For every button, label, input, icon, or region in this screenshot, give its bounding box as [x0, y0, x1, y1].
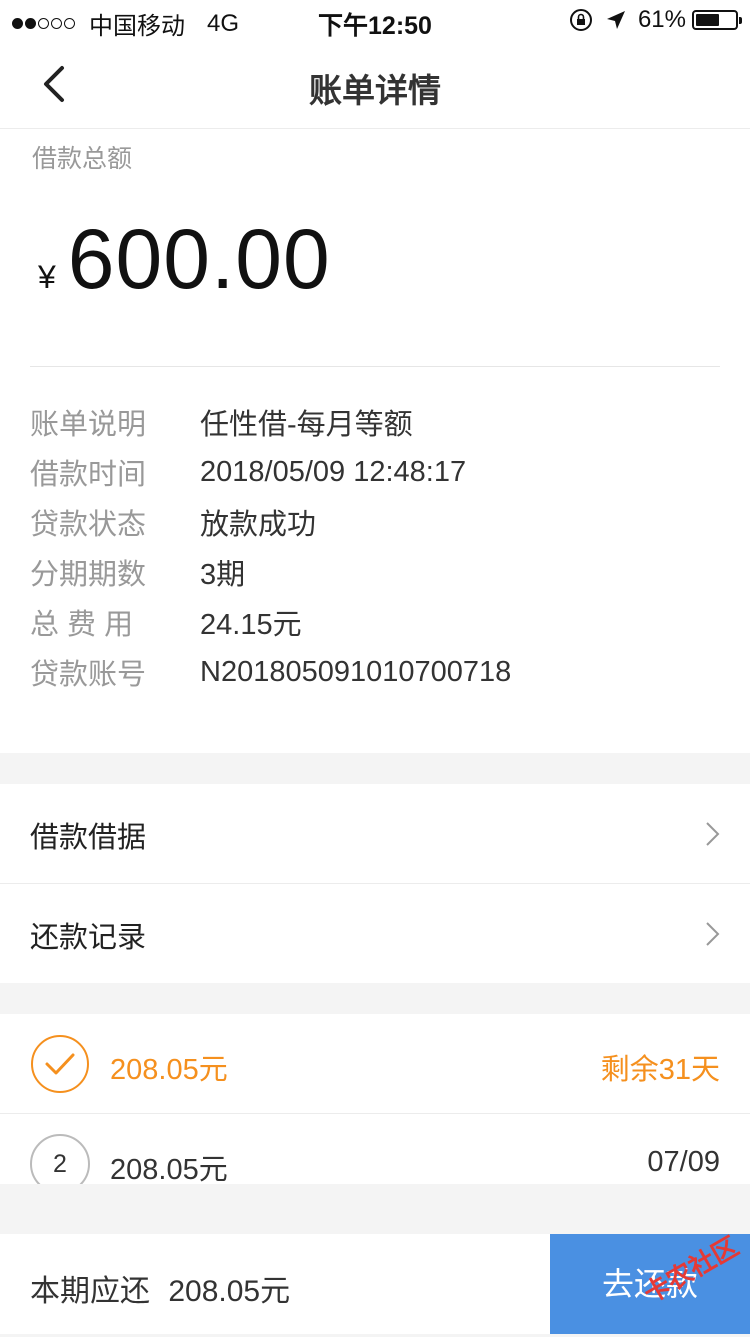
- menu-group: 借款借据 还款记录: [0, 784, 750, 983]
- detail-label: 分期期数: [30, 559, 147, 591]
- detail-value: 放款成功: [200, 509, 317, 541]
- chevron-right-icon: [706, 922, 720, 946]
- total-amount-label: 借款总额: [32, 145, 133, 173]
- detail-row-fees: 总 费 用 24.15元: [30, 597, 511, 647]
- detail-row-time: 借款时间 2018/05/09 12:48:17: [30, 447, 511, 497]
- total-amount: ¥ 600.00: [38, 211, 331, 308]
- installment-amount: 208.05元: [110, 1054, 228, 1086]
- detail-row-account: 贷款账号 N201805091010700718: [30, 647, 511, 697]
- installment-amount: 208.05元: [110, 1154, 228, 1184]
- battery-icon: [692, 10, 742, 30]
- loan-details: 账单说明 任性借-每月等额 借款时间 2018/05/09 12:48:17 贷…: [30, 397, 511, 697]
- divider: [30, 366, 720, 367]
- menu-item-loan-receipt[interactable]: 借款借据: [0, 784, 750, 884]
- installment-list: 208.05元 剩余31天 2 208.05元 07/09: [0, 1014, 750, 1184]
- detail-row-description: 账单说明 任性借-每月等额: [30, 397, 511, 447]
- detail-value: 任性借-每月等额: [200, 409, 413, 441]
- detail-row-installments: 分期期数 3期: [30, 547, 511, 597]
- detail-label: 借款时间: [30, 459, 147, 491]
- status-bar: 中国移动 4G 下午12:50 61%: [0, 0, 750, 40]
- amount-due-label: 本期应还: [30, 1275, 150, 1308]
- bottom-bar: 本期应还 208.05元 去还款: [0, 1234, 750, 1334]
- nav-bar: 账单详情: [0, 40, 750, 129]
- detail-value: 2018/05/09 12:48:17: [200, 455, 467, 488]
- repay-button[interactable]: 去还款: [550, 1234, 750, 1334]
- page-title: 账单详情: [309, 72, 441, 109]
- menu-item-label: 借款借据: [30, 822, 147, 854]
- checkmark-circle-icon: [31, 1035, 89, 1093]
- detail-value: 3期: [200, 559, 246, 591]
- installment-row-current[interactable]: 208.05元 剩余31天: [0, 1014, 750, 1114]
- detail-label: 贷款状态: [30, 509, 147, 541]
- detail-value: N201805091010700718: [200, 655, 512, 688]
- installment-days-left: 剩余31天: [600, 1054, 720, 1086]
- detail-row-status: 贷款状态 放款成功: [30, 497, 511, 547]
- detail-label: 总 费 用: [30, 609, 134, 641]
- location-arrow-icon: [606, 11, 625, 29]
- battery-percent: 61%: [637, 6, 686, 33]
- loan-summary-card: 借款总额 ¥ 600.00 账单说明 任性借-每月等额 借款时间 2018/05…: [0, 129, 750, 753]
- total-amount-value: 600.00: [67, 212, 331, 306]
- menu-item-label: 还款记录: [30, 922, 147, 954]
- amount-due-value: 208.05元: [168, 1275, 291, 1308]
- detail-label: 账单说明: [30, 409, 147, 441]
- rotation-lock-icon: [569, 9, 592, 31]
- menu-item-repayment-record[interactable]: 还款记录: [0, 884, 750, 983]
- detail-label: 贷款账号: [30, 659, 147, 691]
- installment-row-2[interactable]: 2 208.05元 07/09: [0, 1114, 750, 1184]
- amount-due: 本期应还 208.05元: [30, 1266, 290, 1310]
- status-right: 61%: [568, 6, 742, 34]
- chevron-right-icon: [706, 822, 720, 846]
- detail-value: 24.15元: [200, 609, 302, 641]
- currency-symbol: ¥: [38, 259, 56, 295]
- installment-due-date: 07/09: [647, 1146, 720, 1178]
- installment-number-badge: 2: [30, 1134, 90, 1184]
